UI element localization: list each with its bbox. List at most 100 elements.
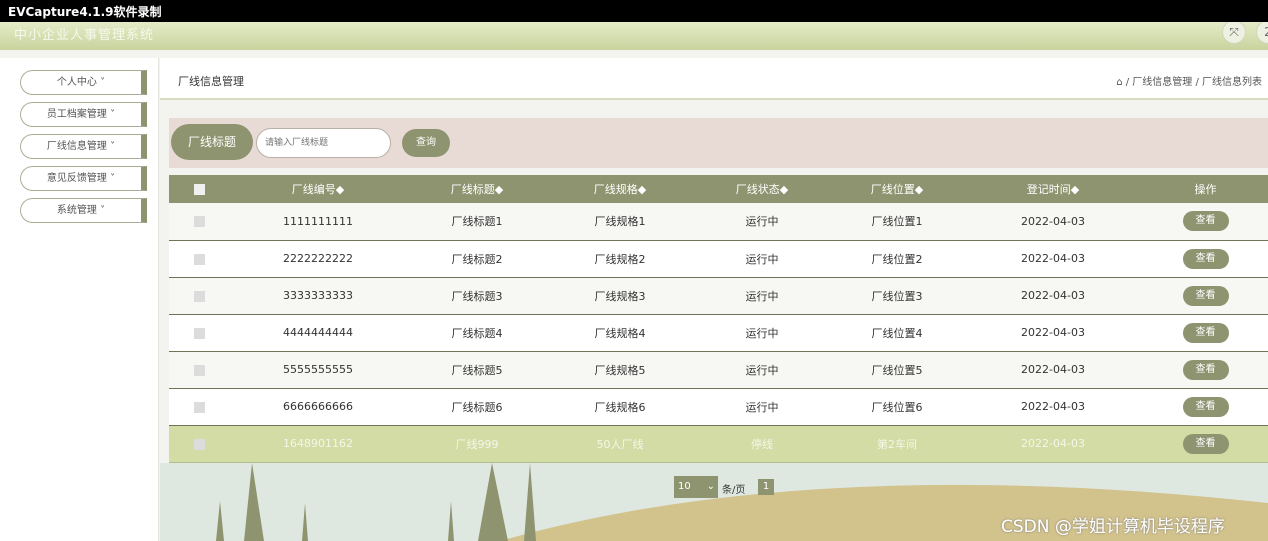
row-checkbox[interactable] — [193, 253, 205, 265]
cell-date: 2022-04-03 — [963, 203, 1143, 241]
cell-spec: 50人厂线 — [547, 425, 693, 463]
row-select-cell — [169, 351, 229, 389]
cell-date: 2022-04-03 — [963, 351, 1143, 389]
app-title: 中小企业人事管理系统 — [14, 28, 155, 43]
cell-action: 查看 — [1143, 203, 1268, 241]
table-row: 1648901162 厂线999 50人厂线 停线 第2车间 2022-04-0… — [169, 425, 1268, 463]
cell-spec: 厂线规格6 — [547, 388, 693, 426]
cell-action: 查看 — [1143, 388, 1268, 426]
cell-location: 厂线位置1 — [831, 203, 963, 241]
cell-date: 2022-04-03 — [963, 388, 1143, 426]
table-row: 6666666666 厂线标题6 厂线规格6 运行中 厂线位置6 2022-04… — [169, 388, 1268, 426]
view-button[interactable]: 查看 — [1182, 396, 1229, 417]
cell-status: 运行中 — [693, 240, 831, 278]
cell-code: 2222222222 — [229, 240, 407, 278]
column-header-action: 操作 — [1143, 175, 1268, 203]
view-button[interactable]: 查看 — [1182, 433, 1229, 454]
row-select-cell — [169, 240, 229, 278]
view-button[interactable]: 查看 — [1182, 359, 1229, 380]
view-button[interactable]: 查看 — [1182, 322, 1229, 343]
cell-date: 2022-04-03 — [963, 314, 1143, 352]
page-number-button[interactable]: 1 — [758, 479, 774, 495]
fullscreen-icon[interactable]: ⤧ — [1222, 20, 1246, 44]
row-select-cell — [169, 388, 229, 426]
cell-title: 厂线999 — [407, 425, 547, 463]
column-header-spec[interactable]: 厂线规格◆ — [547, 175, 693, 203]
row-checkbox[interactable] — [193, 290, 205, 302]
user-avatar-icon[interactable]: 2 — [1256, 20, 1268, 44]
breadcrumb-bar: 厂线信息管理 ⌂ / 厂线信息管理 / 厂线信息列表 — [160, 58, 1268, 100]
breadcrumb[interactable]: ⌂ / 厂线信息管理 / 厂线信息列表 — [1116, 73, 1262, 88]
page-title: 厂线信息管理 — [178, 75, 244, 88]
cell-status: 停线 — [693, 425, 831, 463]
cell-status: 运行中 — [693, 351, 831, 389]
row-checkbox[interactable] — [193, 327, 205, 339]
app-header: 中小企业人事管理系统 ⤧ 2 — [0, 18, 1268, 50]
cell-date: 2022-04-03 — [963, 240, 1143, 278]
cell-status: 运行中 — [693, 203, 831, 241]
cell-code: 4444444444 — [229, 314, 407, 352]
column-header-date[interactable]: 登记时间◆ — [963, 175, 1143, 203]
table-header-row: 厂线编号◆ 厂线标题◆ 厂线规格◆ 厂线状态◆ 厂线位置◆ 登记时间◆ 操作 — [169, 175, 1268, 203]
cell-action: 查看 — [1143, 425, 1268, 463]
search-button[interactable]: 查询 — [402, 129, 450, 157]
page-size-value: 10 — [678, 481, 691, 492]
cell-action: 查看 — [1143, 351, 1268, 389]
table-row: 3333333333 厂线标题3 厂线规格3 运行中 厂线位置3 2022-04… — [169, 277, 1268, 315]
sidebar: 个人中心 ˅ 员工档案管理 ˅ 厂线信息管理 ˅ 意见反馈管理 ˅ 系统管理 ˅ — [0, 58, 159, 541]
row-checkbox[interactable] — [193, 364, 205, 376]
chevron-down-icon: ⌄ — [706, 481, 715, 492]
column-header-code[interactable]: 厂线编号◆ — [229, 175, 407, 203]
page-size-select[interactable]: 10 ⌄ — [674, 476, 718, 498]
cell-code: 1111111111 — [229, 203, 407, 241]
table-row: 2222222222 厂线标题2 厂线规格2 运行中 厂线位置2 2022-04… — [169, 240, 1268, 278]
sidebar-item-system[interactable]: 系统管理 ˅ — [20, 198, 147, 223]
cell-code: 6666666666 — [229, 388, 407, 426]
column-header-title[interactable]: 厂线标题◆ — [407, 175, 547, 203]
table-row: 1111111111 厂线标题1 厂线规格1 运行中 厂线位置1 2022-04… — [169, 203, 1268, 241]
cell-location: 厂线位置3 — [831, 277, 963, 315]
search-field-label: 厂线标题 — [171, 124, 253, 160]
sidebar-item-personal-center[interactable]: 个人中心 ˅ — [20, 70, 147, 95]
cell-code: 5555555555 — [229, 351, 407, 389]
view-button[interactable]: 查看 — [1182, 285, 1229, 306]
cell-status: 运行中 — [693, 314, 831, 352]
view-button[interactable]: 查看 — [1182, 211, 1229, 232]
row-checkbox[interactable] — [193, 216, 205, 228]
view-button[interactable]: 查看 — [1182, 248, 1229, 269]
cell-code: 1648901162 — [229, 425, 407, 463]
sidebar-item-employee-records[interactable]: 员工档案管理 ˅ — [20, 102, 147, 127]
cell-title: 厂线标题5 — [407, 351, 547, 389]
cell-status: 运行中 — [693, 277, 831, 315]
cell-code: 3333333333 — [229, 277, 407, 315]
row-select-cell — [169, 425, 229, 463]
cell-date: 2022-04-03 — [963, 425, 1143, 463]
cell-date: 2022-04-03 — [963, 277, 1143, 315]
sidebar-item-feedback[interactable]: 意见反馈管理 ˅ — [20, 166, 147, 191]
table-row: 5555555555 厂线标题5 厂线规格5 运行中 厂线位置5 2022-04… — [169, 351, 1268, 389]
column-header-status[interactable]: 厂线状态◆ — [693, 175, 831, 203]
recorder-title-bar: EVCapture4.1.9软件录制 — [0, 0, 1268, 22]
row-checkbox[interactable] — [193, 438, 205, 450]
cell-status: 运行中 — [693, 388, 831, 426]
cell-title: 厂线标题1 — [407, 203, 547, 241]
row-checkbox[interactable] — [193, 401, 205, 413]
cell-title: 厂线标题6 — [407, 388, 547, 426]
row-select-cell — [169, 277, 229, 315]
search-panel: 厂线标题 查询 — [169, 118, 1268, 168]
cell-spec: 厂线规格4 — [547, 314, 693, 352]
row-select-cell — [169, 203, 229, 241]
cell-action: 查看 — [1143, 277, 1268, 315]
cell-spec: 厂线规格3 — [547, 277, 693, 315]
cell-spec: 厂线规格1 — [547, 203, 693, 241]
cell-location: 第2车间 — [831, 425, 963, 463]
watermark: CSDN @学姐计算机毕设程序 — [1001, 517, 1225, 537]
search-input[interactable] — [256, 128, 391, 158]
line-table: 厂线编号◆ 厂线标题◆ 厂线规格◆ 厂线状态◆ 厂线位置◆ 登记时间◆ 操作 1… — [169, 175, 1268, 463]
cell-action: 查看 — [1143, 240, 1268, 278]
sidebar-item-line-info[interactable]: 厂线信息管理 ˅ — [20, 134, 147, 159]
table-row: 4444444444 厂线标题4 厂线规格4 运行中 厂线位置4 2022-04… — [169, 314, 1268, 352]
recorder-title: EVCapture4.1.9软件录制 — [8, 5, 162, 19]
column-header-location[interactable]: 厂线位置◆ — [831, 175, 963, 203]
select-all-checkbox[interactable] — [193, 184, 205, 195]
